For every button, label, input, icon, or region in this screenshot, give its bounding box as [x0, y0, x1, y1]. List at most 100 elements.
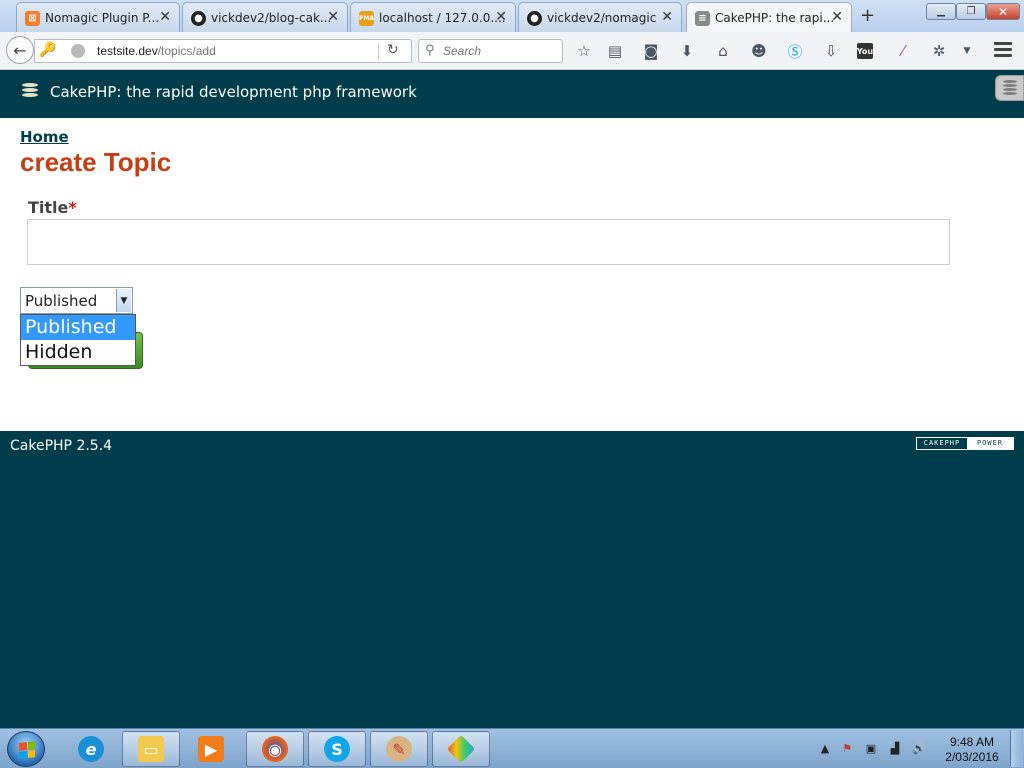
search-icon: ⚲ — [425, 43, 435, 58]
github-icon: ● — [191, 11, 206, 26]
divider — [378, 43, 379, 59]
taskbar-skype[interactable]: S — [308, 731, 366, 767]
home-link[interactable]: Home — [20, 128, 69, 146]
phpmyadmin-icon: PMA — [359, 11, 374, 26]
taskbar-explorer[interactable]: ▭ — [122, 731, 180, 767]
start-button[interactable] — [7, 731, 45, 767]
tab-blog-cakephp[interactable]: ● vickdev2/blog-cak... ✕ — [182, 2, 348, 32]
tab-title: Nomagic Plugin P... — [45, 10, 160, 25]
url-bar[interactable]: 🔑 testsite.dev/topics/add ↻ — [34, 39, 412, 63]
status-select-value: Published — [25, 292, 98, 310]
title-input[interactable] — [27, 219, 950, 265]
site-footer: CakePHP 2.5.4 CAKEPHP POWER — [0, 431, 1024, 728]
close-icon[interactable]: ✕ — [661, 9, 673, 25]
show-desktop-button[interactable] — [1010, 730, 1023, 767]
firefox-icon: ◉ — [262, 736, 288, 762]
cakephp-icon: ≡ — [695, 11, 710, 26]
hamburger-menu-icon[interactable] — [994, 42, 1012, 60]
hello-icon[interactable]: ☻ — [749, 41, 769, 61]
xampp-icon: ⊠ — [25, 11, 40, 26]
window-close-button[interactable]: ✕ — [986, 3, 1020, 20]
title-label-text: Title — [28, 198, 69, 217]
power-badge-right: POWER — [967, 438, 1013, 449]
key-icon[interactable]: 🔑 — [39, 42, 56, 58]
status-select[interactable]: Published ▼ — [20, 287, 133, 314]
taskbar-internet-explorer[interactable]: e — [62, 731, 120, 767]
tab-nomagic-plugin[interactable]: ⊠ Nomagic Plugin P... ✕ — [16, 2, 180, 32]
title-label: Title* — [28, 198, 77, 217]
clock-date: 2/03/2016 — [945, 750, 999, 764]
navigation-toolbar: ← 🔑 testsite.dev/topics/add ↻ ⚲ ☆ ▤ ◙ ⬇ … — [0, 32, 1024, 70]
paint-palette-icon: ✎ — [386, 736, 412, 762]
taskbar-paint[interactable]: ✎ — [370, 731, 428, 767]
tab-title: localhost / 127.0.0.... — [379, 10, 506, 25]
github-icon: ● — [527, 11, 542, 26]
volume-icon[interactable]: 🔊 — [912, 741, 926, 755]
feather-icon[interactable]: ⁄ — [893, 41, 913, 61]
back-button[interactable]: ← — [6, 36, 34, 64]
debug-kit-toggle[interactable] — [995, 75, 1024, 101]
globe-icon — [71, 44, 85, 58]
media-player-icon: ▶ — [198, 736, 224, 762]
windows-logo-icon — [19, 741, 35, 759]
required-mark: * — [68, 198, 77, 217]
tab-cakephp-active[interactable]: ≡ CakePHP: the rapi... ✕ — [686, 2, 852, 32]
close-icon[interactable]: ✕ — [327, 9, 339, 25]
close-icon[interactable]: ✕ — [831, 9, 843, 25]
new-tab-button[interactable]: + — [860, 5, 875, 26]
clock-time: 9:48 AM — [949, 735, 995, 749]
tab-title: CakePHP: the rapi... — [715, 10, 835, 25]
action-center-flag-icon[interactable]: ⚑ — [840, 741, 854, 755]
download-icon[interactable]: ⬇ — [677, 41, 697, 61]
device-icon[interactable]: ▣ — [864, 741, 878, 755]
status-option-hidden[interactable]: Hidden — [21, 340, 135, 365]
status-option-published[interactable]: Published — [21, 315, 135, 340]
minimize-button[interactable]: ▁ — [926, 3, 956, 20]
tab-phpmyadmin[interactable]: PMA localhost / 127.0.0.... ✕ — [350, 2, 516, 32]
power-badge-left: CAKEPHP — [917, 438, 967, 449]
network-signal-icon[interactable]: ▟ — [888, 741, 902, 755]
search-input[interactable] — [443, 43, 558, 59]
youtube-icon[interactable]: You — [857, 43, 873, 59]
taskbar-firefox[interactable]: ◉ — [246, 731, 304, 767]
search-bar[interactable]: ⚲ — [418, 39, 563, 63]
site-title[interactable]: CakePHP: the rapid development php frame… — [50, 83, 417, 101]
main-content: Home create Topic Title* Published ▼ Pub… — [0, 118, 1024, 431]
footer-version: CakePHP 2.5.4 — [10, 438, 113, 454]
diamond-app-icon — [446, 734, 476, 764]
tab-title: vickdev2/nomagic — [547, 10, 657, 25]
windows-taskbar: e ▭ ▶ ◉ S ✎ ▲ ⚑ ▣ ▟ 🔊 9:48 AM 2/03/2016 — [0, 728, 1024, 768]
cakephp-icon — [1002, 80, 1017, 96]
home-icon[interactable]: ⌂ — [713, 41, 733, 61]
maximize-button[interactable]: ❐ — [956, 3, 986, 20]
downloader-icon[interactable]: ⇩ — [821, 41, 841, 61]
url-path: /topics/add — [157, 44, 216, 58]
chevron-down-icon[interactable]: ▼ — [116, 289, 131, 312]
tab-title: vickdev2/blog-cak... — [211, 10, 332, 25]
internet-explorer-icon: e — [78, 736, 104, 762]
url-host: testsite.dev — [97, 44, 158, 58]
cakephp-logo-icon — [22, 83, 38, 101]
url-text[interactable]: testsite.dev/topics/add — [97, 44, 216, 58]
folder-icon: ▭ — [138, 736, 164, 762]
tray-expand-icon[interactable]: ▲ — [818, 741, 832, 755]
tab-nomagic-repo[interactable]: ● vickdev2/nomagic ✕ — [518, 2, 682, 32]
skype-icon: S — [324, 736, 350, 762]
taskbar-colorful-app[interactable] — [432, 731, 490, 767]
system-clock[interactable]: 9:48 AM 2/03/2016 — [940, 735, 1004, 765]
close-icon[interactable]: ✕ — [495, 9, 507, 25]
bookmark-star-icon[interactable]: ☆ — [574, 41, 594, 61]
chevron-down-icon[interactable]: ▼ — [957, 41, 977, 61]
page-title: create Topic — [20, 147, 172, 177]
cakephp-power-badge[interactable]: CAKEPHP POWER — [916, 437, 1014, 450]
site-header: CakePHP: the rapid development php frame… — [0, 71, 1024, 118]
extension-icon[interactable]: ✲ — [929, 41, 949, 61]
taskbar-media-player[interactable]: ▶ — [182, 731, 240, 767]
close-icon[interactable]: ✕ — [159, 9, 171, 25]
status-dropdown-list: Published Hidden — [20, 314, 136, 366]
skype-icon[interactable]: Ⓢ — [785, 41, 805, 61]
browser-tab-strip: ⊠ Nomagic Plugin P... ✕ ● vickdev2/blog-… — [0, 0, 1024, 32]
reload-icon[interactable]: ↻ — [387, 42, 399, 58]
pocket-icon[interactable]: ◙ — [641, 41, 661, 61]
reading-list-icon[interactable]: ▤ — [605, 41, 625, 61]
